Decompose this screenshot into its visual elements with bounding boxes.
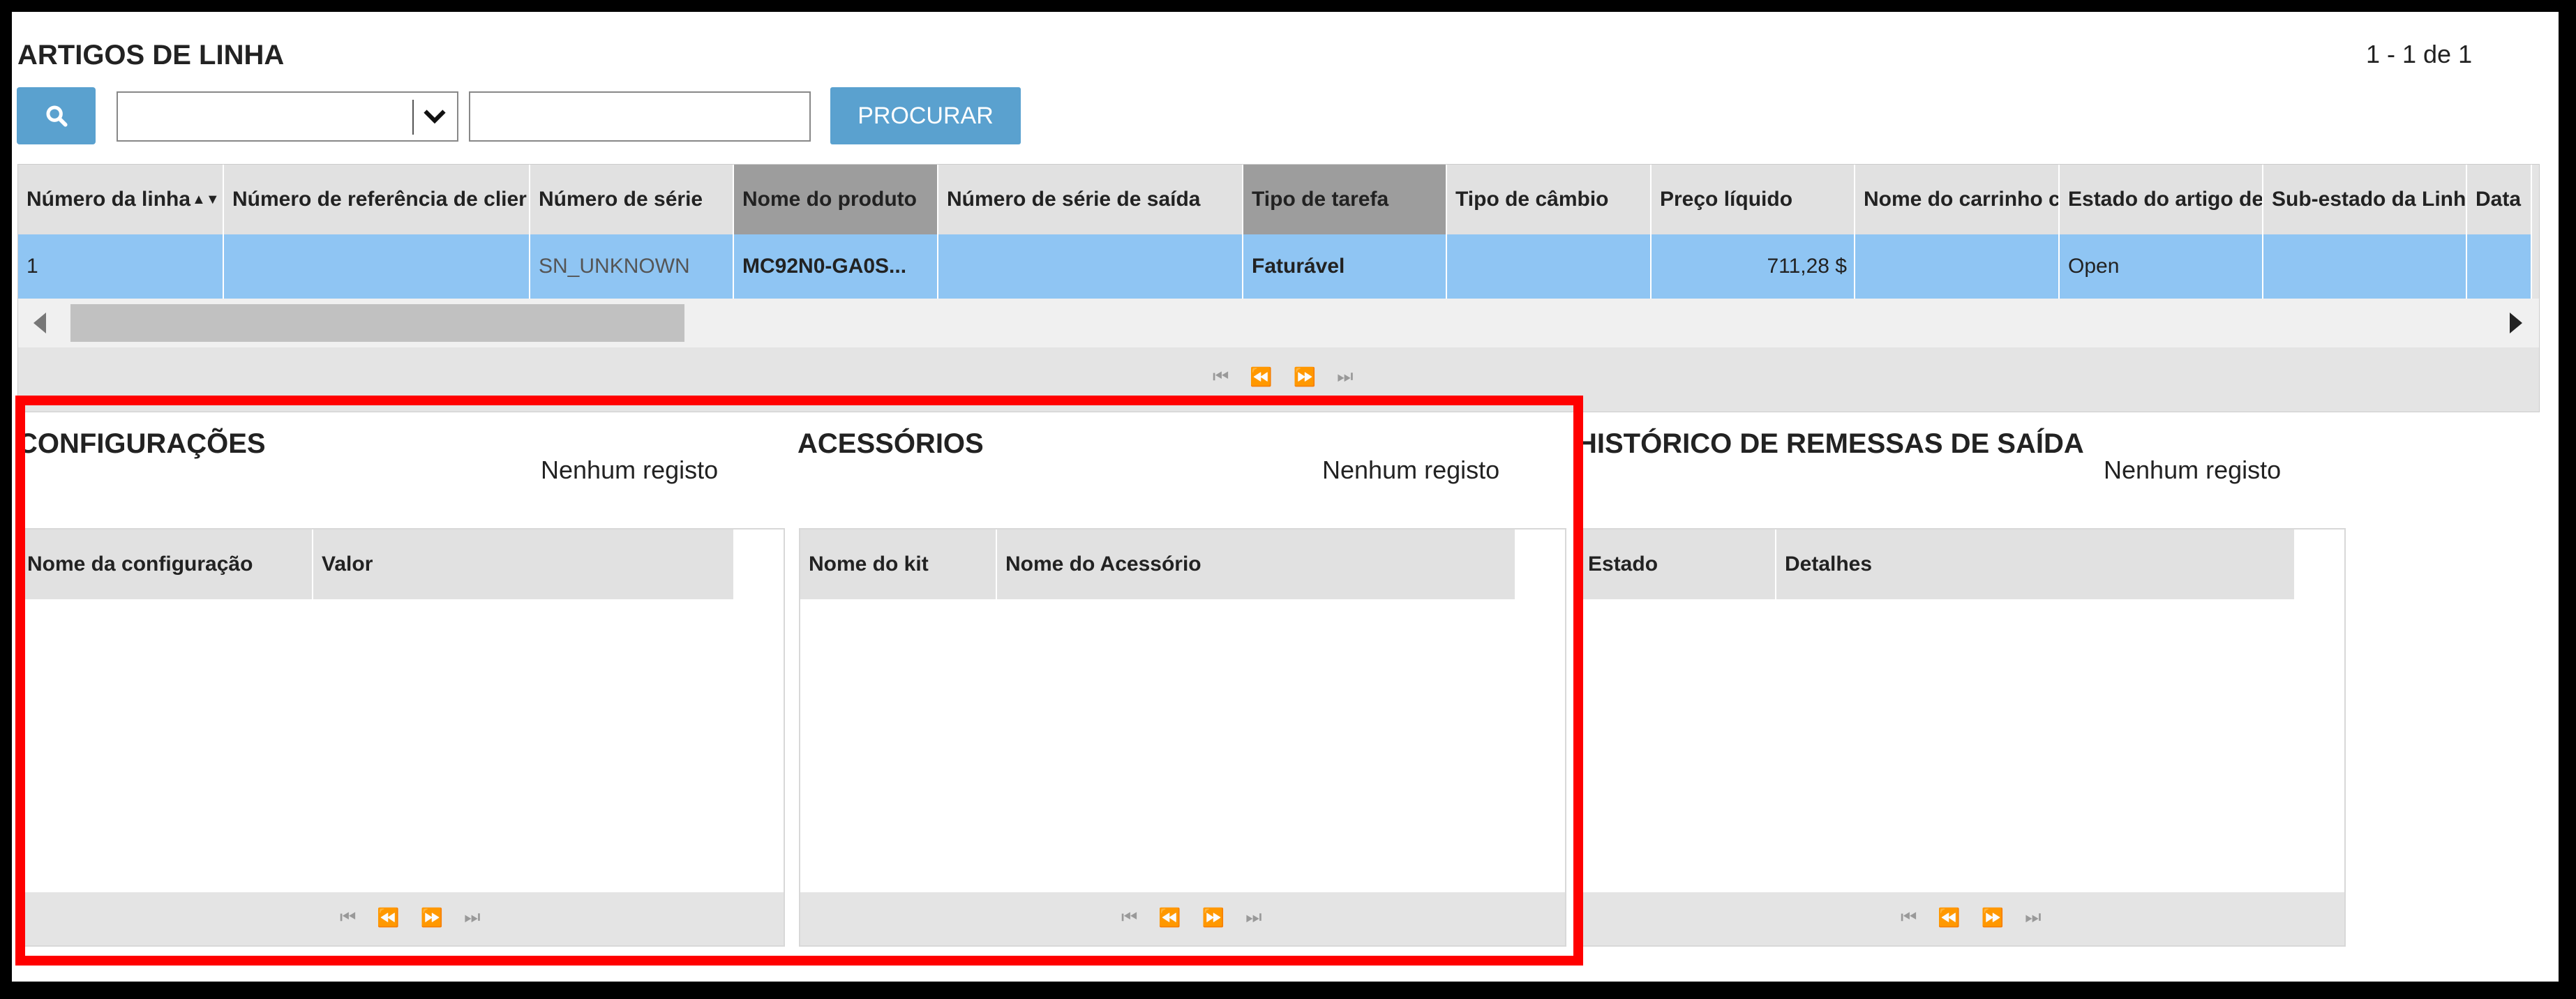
last-page-icon[interactable]: ⏭ xyxy=(1245,906,1261,929)
col-nome-carrinho[interactable]: Nome do carrinho c xyxy=(1855,165,2060,234)
prev-page-icon[interactable]: ⏪ xyxy=(1158,907,1181,929)
grid-header-row: Número da linha ▲▼ Número de referência d… xyxy=(18,165,2532,234)
page-title: ARTIGOS DE LINHA xyxy=(17,40,285,70)
search-button[interactable] xyxy=(17,87,96,144)
page: ARTIGOS DE LINHA 1 - 1 de 1 PROCURAR Núm… xyxy=(12,12,2559,982)
select-divider xyxy=(412,100,414,135)
acessorios-header: Nome do kit Nome do Acessório xyxy=(800,529,1516,599)
prev-page-icon[interactable]: ⏪ xyxy=(1250,366,1272,388)
historico-grid: Estado Detalhes ⏮ ⏪ ⏩ ⏭ xyxy=(1578,528,2346,947)
scroll-left-icon[interactable] xyxy=(33,313,46,333)
cell-nome-produto: MC92N0-GA0S... xyxy=(734,234,938,299)
col-estado[interactable]: Estado xyxy=(1580,529,1776,599)
search-icon xyxy=(45,105,68,127)
grid-pager: ⏮ ⏪ ⏩ ⏭ xyxy=(1213,366,1354,388)
historico-title: HISTÓRICO DE REMESSAS DE SAÍDA xyxy=(1577,428,2084,459)
historico-pager: ⏮ ⏪ ⏩ ⏭ xyxy=(1901,906,2042,929)
col-tipo-tarefa[interactable]: Tipo de tarefa xyxy=(1243,165,1447,234)
col-numero-referencia[interactable]: Número de referência de clier xyxy=(224,165,530,234)
configuracoes-title: CONFIGURAÇÕES xyxy=(17,428,266,459)
acessorios-empty: Nenhum registo xyxy=(1322,456,1500,484)
first-page-icon[interactable]: ⏮ xyxy=(340,906,356,929)
cell-preco-liquido: 711,28 $ xyxy=(1652,234,1855,299)
sort-icon: ▲▼ xyxy=(192,191,220,207)
scroll-right-icon[interactable] xyxy=(2510,313,2522,333)
record-count: 1 - 1 de 1 xyxy=(2366,40,2473,68)
configuracoes-header: Nome da configuração Valor xyxy=(19,529,735,599)
chevron-down-icon[interactable] xyxy=(422,105,447,128)
col-data[interactable]: Data xyxy=(2467,165,2532,234)
col-detalhes[interactable]: Detalhes xyxy=(1776,529,2296,599)
cell-numero-serie: SN_UNKNOWN xyxy=(530,234,734,299)
cell-sub-estado xyxy=(2263,234,2467,299)
first-page-icon[interactable]: ⏮ xyxy=(1901,906,1917,929)
last-page-icon[interactable]: ⏭ xyxy=(1337,366,1353,388)
cell-data xyxy=(2467,234,2532,299)
historico-header: Estado Detalhes xyxy=(1580,529,2296,599)
last-page-icon[interactable]: ⏭ xyxy=(2025,906,2041,929)
col-valor[interactable]: Valor xyxy=(313,529,735,599)
cell-tipo-cambio xyxy=(1447,234,1652,299)
acessorios-footer: ⏮ ⏪ ⏩ ⏭ xyxy=(800,892,1565,945)
col-numero-linha[interactable]: Número da linha ▲▼ xyxy=(18,165,224,234)
cell-nome-carrinho xyxy=(1855,234,2060,299)
col-estado-artigo[interactable]: Estado do artigo de xyxy=(2060,165,2263,234)
configuracoes-grid: Nome da configuração Valor ⏮ ⏪ ⏩ ⏭ xyxy=(17,528,785,947)
configuracoes-empty: Nenhum registo xyxy=(541,456,719,484)
prev-page-icon[interactable]: ⏪ xyxy=(377,907,399,929)
col-nome-configuracao[interactable]: Nome da configuração xyxy=(19,529,313,599)
first-page-icon[interactable]: ⏮ xyxy=(1213,366,1229,388)
col-numero-serie-saida[interactable]: Número de série de saída xyxy=(938,165,1243,234)
scrollbar-thumb[interactable] xyxy=(70,304,684,342)
col-preco-liquido[interactable]: Preço líquido xyxy=(1652,165,1855,234)
col-sub-estado[interactable]: Sub-estado da Linh xyxy=(2263,165,2467,234)
filter-field-select[interactable] xyxy=(117,91,458,142)
procurar-button[interactable]: PROCURAR xyxy=(830,87,1021,144)
configuracoes-pager: ⏮ ⏪ ⏩ ⏭ xyxy=(340,906,481,929)
configuracoes-footer: ⏮ ⏪ ⏩ ⏭ xyxy=(19,892,784,945)
cell-numero-serie-saida xyxy=(938,234,1243,299)
cell-numero-referencia xyxy=(224,234,530,299)
line-items-grid: Número da linha ▲▼ Número de referência d… xyxy=(17,164,2540,412)
cell-numero-linha: 1 xyxy=(18,234,224,299)
prev-page-icon[interactable]: ⏪ xyxy=(1938,907,1960,929)
acessorios-pager: ⏮ ⏪ ⏩ ⏭ xyxy=(1121,906,1262,929)
next-page-icon[interactable]: ⏩ xyxy=(421,907,443,929)
next-page-icon[interactable]: ⏩ xyxy=(1982,907,2004,929)
col-numero-serie[interactable]: Número de série xyxy=(530,165,734,234)
search-input[interactable] xyxy=(469,91,811,142)
col-nome-produto[interactable]: Nome do produto xyxy=(734,165,938,234)
col-nome-kit[interactable]: Nome do kit xyxy=(800,529,997,599)
acessorios-grid: Nome do kit Nome do Acessório ⏮ ⏪ ⏩ ⏭ xyxy=(799,528,1566,947)
acessorios-title: ACESSÓRIOS xyxy=(797,428,984,459)
table-row[interactable]: 1 SN_UNKNOWN MC92N0-GA0S... Faturável 71… xyxy=(18,234,2532,299)
historico-footer: ⏮ ⏪ ⏩ ⏭ xyxy=(1580,892,2344,945)
first-page-icon[interactable]: ⏮ xyxy=(1121,906,1137,929)
col-tipo-cambio[interactable]: Tipo de câmbio xyxy=(1447,165,1652,234)
next-page-icon[interactable]: ⏩ xyxy=(1202,907,1225,929)
cell-estado-artigo: Open xyxy=(2060,234,2263,299)
col-nome-acessorio[interactable]: Nome do Acessório xyxy=(997,529,1516,599)
cell-tipo-tarefa: Faturável xyxy=(1243,234,1447,299)
col-header-label: Número da linha xyxy=(27,188,191,211)
last-page-icon[interactable]: ⏭ xyxy=(464,906,480,929)
historico-empty: Nenhum registo xyxy=(2104,456,2282,484)
horizontal-scrollbar[interactable] xyxy=(18,299,2539,347)
next-page-icon[interactable]: ⏩ xyxy=(1294,366,1316,388)
